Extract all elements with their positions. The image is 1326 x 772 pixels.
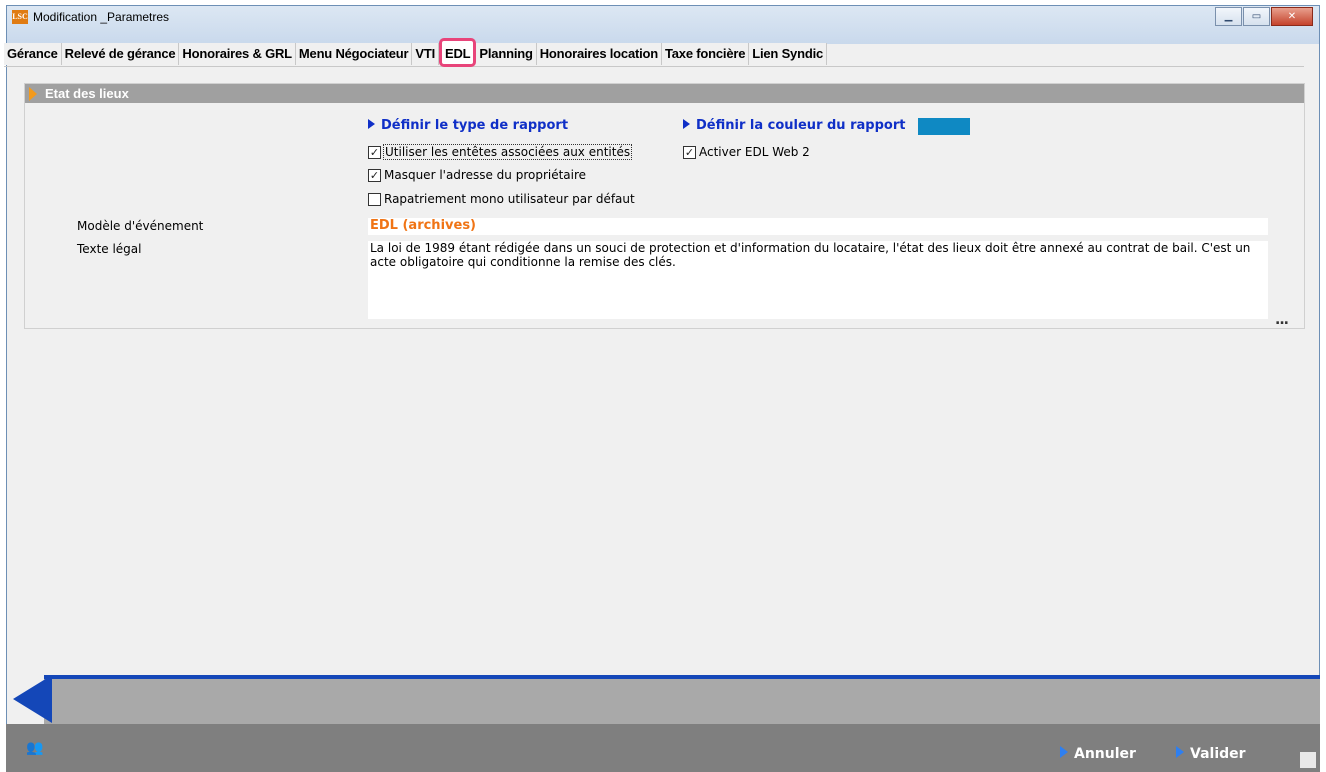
checkbox-label: Rapatriement mono utilisateur par défaut [384, 192, 635, 206]
tab-edl[interactable]: EDL [439, 38, 477, 67]
minimize-icon: ▁ [1224, 11, 1233, 22]
report-type-heading[interactable]: Définir le type de rapport [368, 118, 568, 133]
tab-bar: Gérance Relevé de gérance Honoraires & G… [4, 38, 828, 67]
play-arrow-icon [1176, 746, 1184, 758]
checkbox-row-masquer-adresse[interactable]: ✓ Masquer l'adresse du propriétaire [368, 168, 586, 182]
tab-vti[interactable]: VTI [412, 43, 440, 65]
maximize-button[interactable]: ▭ [1243, 7, 1270, 26]
section-title: Etat des lieux [45, 86, 129, 101]
event-model-label: Modèle d'événement [77, 219, 204, 233]
tab-planning[interactable]: Planning [476, 43, 537, 65]
checkbox-edl-web[interactable]: ✓ [683, 145, 696, 159]
checkbox-masquer-adresse[interactable]: ✓ [368, 168, 381, 182]
report-color-swatch[interactable] [918, 118, 970, 135]
tab-releve-de-gerance[interactable]: Relevé de gérance [61, 43, 180, 65]
play-arrow-icon [683, 119, 690, 129]
etat-des-lieux-section: Etat des lieux Définir le type de rappor… [24, 83, 1305, 329]
validate-button[interactable]: Valider [1176, 746, 1246, 762]
footer-bar: 👥 Annuler Valider [6, 724, 1320, 772]
title-bar: LSC Modification _Parametres ▁ ▭ ✕ [7, 6, 1319, 44]
tab-lien-syndic[interactable]: Lien Syndic [749, 43, 828, 65]
cancel-label: Annuler [1074, 746, 1136, 762]
more-options-button[interactable]: ... [1275, 312, 1289, 328]
event-model-field[interactable]: EDL (archives) [368, 218, 1268, 235]
app-logo-icon: LSC [12, 10, 28, 24]
tab-menu-negociateur[interactable]: Menu Négociateur [295, 43, 413, 65]
report-color-heading[interactable]: Définir la couleur du rapport [683, 118, 905, 133]
tab-honoraires-location[interactable]: Honoraires location [536, 43, 662, 65]
checkbox-label: Activer EDL Web 2 [699, 145, 810, 159]
resize-grip-icon[interactable] [1300, 752, 1316, 768]
minimize-button[interactable]: ▁ [1215, 7, 1242, 26]
tab-taxe-fonciere[interactable]: Taxe foncière [662, 43, 750, 65]
bottom-panel [44, 679, 1320, 724]
report-color-label: Définir la couleur du rapport [696, 118, 906, 133]
checkbox-label: Utiliser les entêtes associées aux entit… [382, 144, 633, 160]
close-button[interactable]: ✕ [1271, 7, 1313, 26]
checkbox-rapatriement[interactable] [368, 192, 381, 206]
users-icon[interactable]: 👥 [26, 740, 46, 756]
validate-label: Valider [1190, 746, 1246, 762]
maximize-icon: ▭ [1251, 11, 1262, 22]
back-arrow-icon[interactable] [13, 675, 52, 723]
tab-gerance[interactable]: Gérance [4, 43, 62, 65]
checkbox-label: Masquer l'adresse du propriétaire [384, 168, 587, 182]
play-arrow-icon [368, 119, 375, 129]
close-icon: ✕ [1287, 11, 1297, 22]
checkbox-entetes[interactable]: ✓ [368, 145, 381, 159]
window-title: Modification _Parametres [33, 10, 170, 24]
window-controls: ▁ ▭ ✕ [1215, 7, 1313, 26]
checkbox-row-entetes[interactable]: ✓ Utiliser les entêtes associées aux ent… [368, 144, 633, 160]
play-arrow-icon [1060, 746, 1068, 758]
cancel-button[interactable]: Annuler [1060, 746, 1136, 762]
legal-text-label: Texte légal [77, 242, 142, 256]
checkbox-row-rapatriement[interactable]: Rapatriement mono utilisateur par défaut [368, 192, 635, 206]
tab-honoraires-grl[interactable]: Honoraires & GRL [179, 43, 296, 65]
legal-text-field[interactable]: La loi de 1989 étant rédigée dans un sou… [368, 241, 1268, 319]
expand-arrow-icon [29, 87, 37, 101]
tab-divider [4, 66, 1304, 67]
section-header[interactable]: Etat des lieux [25, 84, 1304, 103]
report-type-label: Définir le type de rapport [381, 118, 569, 133]
checkbox-row-edl-web[interactable]: ✓ Activer EDL Web 2 [683, 145, 810, 159]
